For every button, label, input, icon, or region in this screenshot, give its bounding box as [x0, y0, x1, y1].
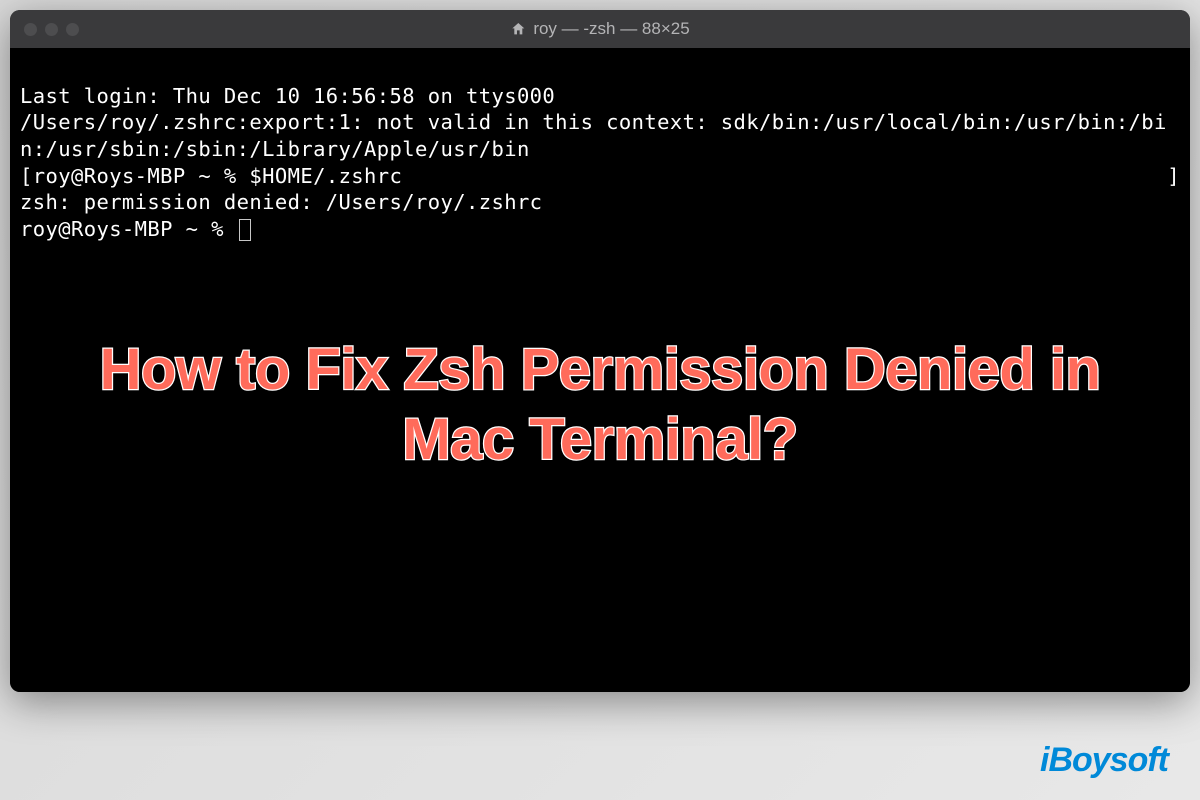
prompt: roy@Roys-MBP ~ %: [33, 164, 250, 188]
terminal-line-denied: zsh: permission denied: /Users/roy/.zshr…: [20, 189, 1180, 216]
terminal-line-prompt: roy@Roys-MBP ~ %: [20, 216, 1180, 243]
prompt: roy@Roys-MBP ~ %: [20, 217, 237, 241]
traffic-lights: [10, 23, 79, 36]
fullscreen-window-button[interactable]: [66, 23, 79, 36]
terminal-line-login: Last login: Thu Dec 10 16:56:58 on ttys0…: [20, 83, 1180, 110]
article-headline: How to Fix Zsh Permission Denied in Mac …: [60, 335, 1140, 474]
window-titlebar[interactable]: roy — -zsh — 88×25: [10, 10, 1190, 48]
brand-name: Boysoft: [1048, 741, 1168, 780]
window-title: roy — -zsh — 88×25: [510, 19, 689, 39]
command-text: $HOME/.zshrc: [249, 164, 402, 188]
terminal-line-error: /Users/roy/.zshrc:export:1: not valid in…: [20, 109, 1180, 162]
minimize-window-button[interactable]: [45, 23, 58, 36]
close-window-button[interactable]: [24, 23, 37, 36]
brand-logo: iBoysoft: [1040, 741, 1168, 780]
home-icon: [510, 21, 526, 37]
terminal-line-cmd: [roy@Roys-MBP ~ % $HOME/.zshrc]: [20, 163, 1180, 190]
cursor-icon: [239, 219, 251, 241]
brand-prefix: i: [1040, 741, 1048, 780]
window-title-text: roy — -zsh — 88×25: [533, 19, 689, 39]
